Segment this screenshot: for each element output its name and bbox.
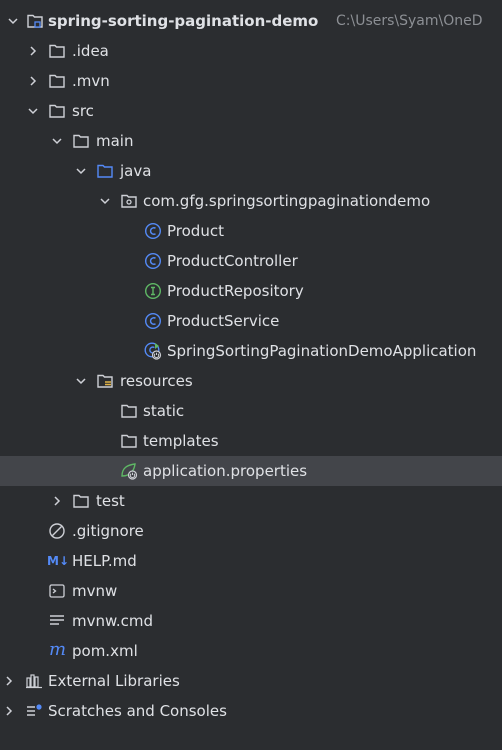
tree-item-label: mvnw (72, 582, 118, 600)
tree-item-label: .gitignore (72, 522, 144, 540)
tree-row-package[interactable]: com.gfg.springsortingpaginationdemo (0, 186, 502, 216)
chevron-down-icon[interactable] (74, 164, 88, 178)
tree-item-label: test (96, 492, 125, 510)
package-icon (120, 192, 138, 210)
chevron-down-icon[interactable] (98, 194, 112, 208)
tree-item-label: resources (120, 372, 193, 390)
tree-item-label: HELP.md (72, 552, 137, 570)
tree-row-application-class[interactable]: SpringSortingPaginationDemoApplication (0, 336, 502, 366)
tree-item-label: Scratches and Consoles (48, 702, 227, 720)
tree-row-mvnw[interactable]: mvnw (0, 576, 502, 606)
spring-properties-icon (120, 462, 138, 480)
tree-row-product-controller[interactable]: ProductController (0, 246, 502, 276)
project-path: C:\Users\Syam\OneD (336, 13, 483, 29)
tree-item-label: com.gfg.springsortingpaginationdemo (143, 192, 431, 210)
tree-item-label: templates (143, 432, 219, 450)
tree-item-label: pom.xml (72, 642, 138, 660)
tree-row-templates[interactable]: templates (0, 426, 502, 456)
scratches-icon (25, 702, 43, 720)
maven-icon: m (49, 639, 67, 660)
tree-item-label: SpringSortingPaginationDemoApplication (167, 342, 477, 360)
tree-row-project-root[interactable]: spring-sorting-pagination-demo C:\Users\… (0, 6, 502, 36)
tree-row-static[interactable]: static (0, 396, 502, 426)
folder-icon (120, 402, 138, 420)
tree-row-external-libraries[interactable]: External Libraries (0, 666, 502, 696)
tree-row-application-properties[interactable]: application.properties (0, 456, 502, 486)
class-icon (144, 222, 162, 240)
tree-row-scratches[interactable]: Scratches and Consoles (0, 696, 502, 726)
tree-item-label: java (120, 162, 152, 180)
text-file-icon (48, 612, 66, 630)
module-folder-icon (26, 12, 44, 30)
class-icon (144, 312, 162, 330)
ignore-file-icon (48, 522, 66, 540)
libraries-icon (25, 672, 43, 690)
terminal-icon (48, 582, 66, 600)
tree-row-test[interactable]: test (0, 486, 502, 516)
markdown-icon: M↓ (47, 554, 69, 568)
folder-icon (48, 72, 66, 90)
source-folder-icon (96, 162, 114, 180)
class-icon (144, 252, 162, 270)
tree-row-product-repository[interactable]: ProductRepository (0, 276, 502, 306)
folder-icon (48, 102, 66, 120)
tree-item-label: Product (167, 222, 224, 240)
tree-row-mvn[interactable]: .mvn (0, 66, 502, 96)
tree-item-label: ProductService (167, 312, 280, 330)
tree-item-label: static (143, 402, 185, 420)
tree-item-label: ProductController (167, 252, 298, 270)
folder-icon (72, 492, 90, 510)
resources-folder-icon (96, 372, 114, 390)
tree-row-product-service[interactable]: ProductService (0, 306, 502, 336)
tree-row-mvnw-cmd[interactable]: mvnw.cmd (0, 606, 502, 636)
tree-item-label: .mvn (72, 72, 110, 90)
folder-icon (120, 432, 138, 450)
tree-item-label: application.properties (143, 462, 308, 480)
chevron-down-icon[interactable] (74, 374, 88, 388)
tree-row-java[interactable]: java (0, 156, 502, 186)
chevron-down-icon[interactable] (26, 104, 40, 118)
tree-row-pom-xml[interactable]: m pom.xml (0, 636, 502, 666)
chevron-down-icon[interactable] (6, 14, 20, 28)
tree-item-label: main (96, 132, 134, 150)
tree-row-idea[interactable]: .idea (0, 36, 502, 66)
tree-item-label: ProductRepository (167, 282, 304, 300)
folder-icon (72, 132, 90, 150)
chevron-right-icon[interactable] (2, 674, 16, 688)
tree-item-label: mvnw.cmd (72, 612, 154, 630)
tree-row-resources[interactable]: resources (0, 366, 502, 396)
tree-item-label: External Libraries (48, 672, 180, 690)
spring-boot-application-icon (144, 342, 162, 360)
tree-row-gitignore[interactable]: .gitignore (0, 516, 502, 546)
tree-row-src[interactable]: src (0, 96, 502, 126)
tree-row-product[interactable]: Product (0, 216, 502, 246)
folder-icon (48, 42, 66, 60)
chevron-right-icon[interactable] (26, 44, 40, 58)
chevron-right-icon[interactable] (50, 494, 64, 508)
tree-row-help-md[interactable]: M↓ HELP.md (0, 546, 502, 576)
interface-icon (144, 282, 162, 300)
tree-row-main[interactable]: main (0, 126, 502, 156)
tree-item-label: src (72, 102, 94, 120)
project-name: spring-sorting-pagination-demo (48, 12, 319, 30)
project-tree: spring-sorting-pagination-demo C:\Users\… (0, 6, 502, 726)
tree-item-label: .idea (72, 42, 109, 60)
chevron-down-icon[interactable] (50, 134, 64, 148)
chevron-right-icon[interactable] (2, 704, 16, 718)
chevron-right-icon[interactable] (26, 74, 40, 88)
